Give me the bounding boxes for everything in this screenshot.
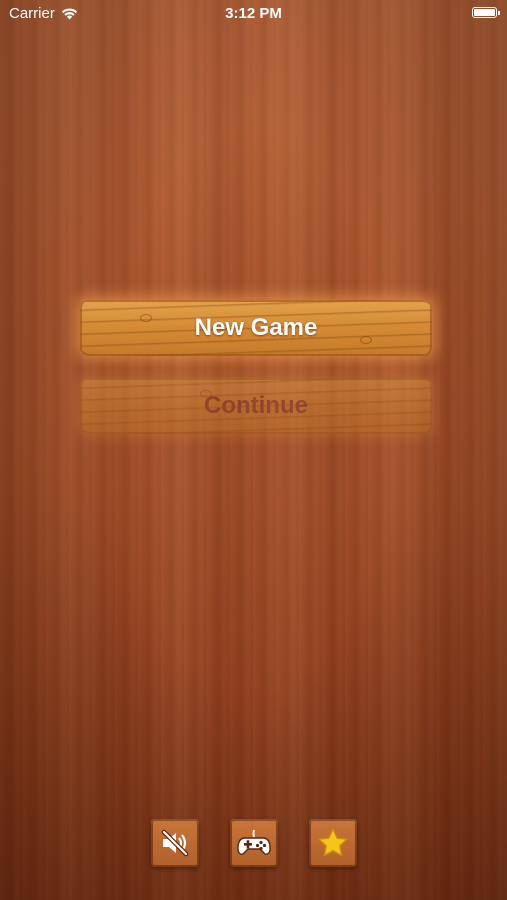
wood-knot xyxy=(140,314,152,322)
battery-fill xyxy=(474,9,495,16)
new-game-label: New Game xyxy=(194,314,318,341)
continue-label: Continue xyxy=(204,392,308,419)
wood-knot xyxy=(360,336,372,344)
battery-icon xyxy=(472,7,500,18)
rate-button[interactable] xyxy=(309,819,357,867)
more-games-button[interactable] xyxy=(230,819,278,867)
status-time: 3:12 PM xyxy=(225,5,282,22)
sound-toggle-button[interactable] xyxy=(151,819,199,867)
wood-knot xyxy=(200,390,212,398)
speaker-muted-icon xyxy=(161,829,189,857)
status-bar: Carrier 3:12 PM xyxy=(0,0,507,28)
continue-button[interactable]: Continue xyxy=(80,378,432,434)
background-vignette xyxy=(0,0,507,900)
gamepad-icon xyxy=(237,829,271,855)
star-icon xyxy=(318,828,348,857)
new-game-button[interactable]: New Game xyxy=(80,300,432,356)
